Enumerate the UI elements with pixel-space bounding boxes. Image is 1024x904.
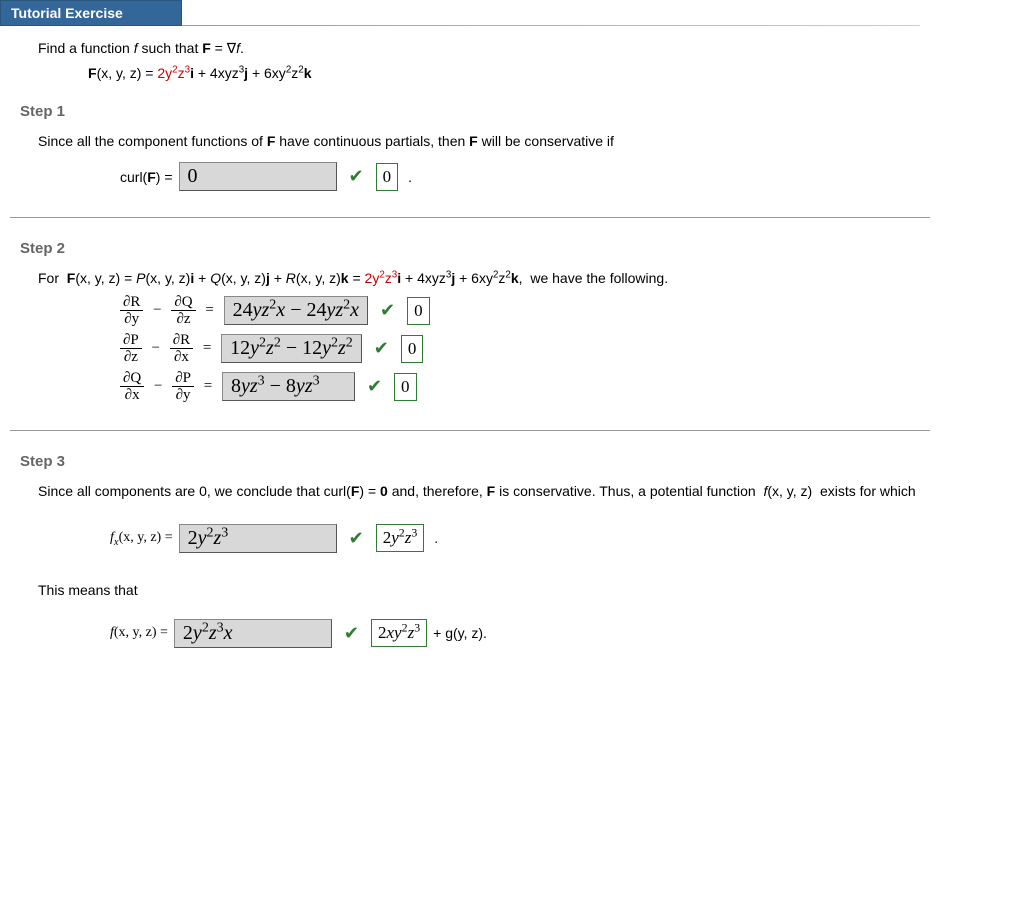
partial-answer: 0 [401, 335, 424, 363]
fraction: ∂R∂y [120, 294, 143, 328]
check-icon: ✔ [380, 300, 395, 321]
curl-lhs: curl(F) = [120, 169, 173, 185]
fx-answer: 2y2z3 [376, 524, 425, 552]
exercise-prompt: Find a function f such that F = ∇f. [38, 40, 918, 57]
equals: = [200, 378, 216, 395]
fx-lhs: fx(x, y, z) = [110, 530, 173, 546]
curl-input[interactable]: 0 [179, 162, 337, 191]
minus: − [148, 340, 164, 357]
period: . [408, 169, 412, 185]
step1-text-a: Since all the component functions of [38, 133, 267, 149]
partial-input[interactable]: 24yz2x − 24yz2x [224, 296, 368, 325]
divider-2 [10, 430, 930, 431]
step1-F2: F [469, 133, 478, 149]
check-icon: ✔ [374, 338, 389, 359]
equals: = [199, 340, 215, 357]
fx-input[interactable]: 2y2z3 [179, 524, 337, 553]
step1-text-c: will be conservative if [482, 133, 614, 149]
check-icon: ✔ [344, 623, 359, 644]
step1-label: Step 1 [20, 103, 1024, 120]
minus: − [149, 302, 165, 319]
step1-F1: F [267, 133, 276, 149]
f-input[interactable]: 2y2z3x [174, 619, 332, 648]
partial-answer: 0 [407, 297, 430, 325]
exercise-prompt-block: Find a function f such that F = ∇f. F(x,… [0, 26, 918, 81]
equals: = [202, 302, 218, 319]
plus-g: + g(y, z). [433, 625, 487, 641]
step1-text-b: have continuous partials, then [279, 133, 469, 149]
vector-field-definition: F(x, y, z) = 2y2z3i + 4xyz3j + 6xy2z2k [88, 65, 918, 81]
partial-input[interactable]: 12y2z2 − 12y2z2 [221, 334, 362, 363]
partial-row: ∂R∂y − ∂Q∂z = 24yz2x − 24yz2x ✔ 0 [120, 294, 1024, 328]
partial-row: ∂Q∂x − ∂P∂y = 8yz3 − 8yz3 ✔ 0 [120, 370, 1024, 404]
fraction: ∂R∂x [170, 332, 193, 366]
period: . [434, 530, 438, 546]
partial-input[interactable]: 8yz3 − 8yz3 [222, 372, 355, 401]
minus: − [150, 378, 166, 395]
fraction: ∂Q∂z [171, 294, 195, 328]
tutorial-header: Tutorial Exercise [0, 0, 1024, 26]
step3-label: Step 3 [20, 453, 1024, 470]
check-icon: ✔ [349, 166, 364, 187]
check-icon: ✔ [367, 376, 382, 397]
step1-text: Since all the component functions of F h… [38, 130, 1024, 152]
fraction: ∂P∂z [120, 332, 142, 366]
check-icon: ✔ [349, 528, 364, 549]
this-means: This means that [38, 579, 1024, 601]
step2-intro: For F(x, y, z) = P(x, y, z)i + Q(x, y, z… [38, 267, 1024, 289]
step3-para: Since all components are 0, we conclude … [38, 480, 1024, 504]
partial-row: ∂P∂z − ∂R∂x = 12y2z2 − 12y2z2 ✔ 0 [120, 332, 1024, 366]
header-title: Tutorial Exercise [0, 0, 182, 26]
partial-answer: 0 [394, 373, 417, 401]
fraction: ∂Q∂x [120, 370, 144, 404]
curl-answer: 0 [376, 163, 399, 191]
divider-1 [10, 217, 930, 218]
f-answer: 2xy2z3 [371, 619, 427, 647]
fraction: ∂P∂y [172, 370, 194, 404]
step2-label: Step 2 [20, 240, 1024, 257]
f-lhs: f(x, y, z) = [110, 625, 168, 641]
